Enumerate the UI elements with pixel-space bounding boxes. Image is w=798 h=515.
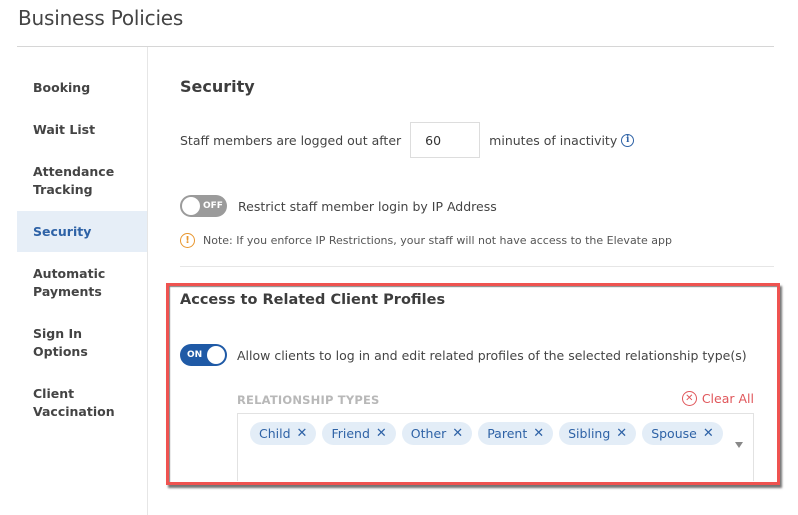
relationship-types-select[interactable]: Child ✕ Friend ✕ Other ✕ Parent ✕ Sibling ✕ S… <box>237 413 754 481</box>
main-content: Security Staff members are logged out af… <box>149 47 789 515</box>
section-divider <box>180 266 774 267</box>
sidebar-item-attendance-tracking[interactable]: Attendance Tracking <box>17 163 127 199</box>
chip-label: Parent <box>487 426 528 441</box>
selected-chips: Child ✕ Friend ✕ Other ✕ Parent ✕ Sibling ✕ S… <box>250 422 730 445</box>
warning-circle-icon: ! <box>180 233 195 248</box>
ip-restriction-row: OFF Restrict staff member login by IP Ad… <box>180 195 497 217</box>
remove-icon[interactable]: ✕ <box>616 426 627 441</box>
sidebar-item-security[interactable]: Security <box>17 211 147 252</box>
sidebar-item-booking[interactable]: Booking <box>17 79 147 97</box>
chip-friend[interactable]: Friend ✕ <box>322 422 396 445</box>
chip-label: Sibling <box>568 426 611 441</box>
remove-icon[interactable]: ✕ <box>703 426 714 441</box>
chip-spouse[interactable]: Spouse ✕ <box>642 422 723 445</box>
sidebar-item-client-vaccination[interactable]: Client Vaccination <box>17 385 127 421</box>
relationship-types-label: RELATIONSHIP TYPES <box>237 393 380 407</box>
section-title-security: Security <box>180 77 255 96</box>
section-title-related-profiles: Access to Related Client Profiles <box>180 292 446 308</box>
chip-label: Other <box>410 426 447 441</box>
chip-label: Child <box>259 426 291 441</box>
chip-parent[interactable]: Parent ✕ <box>478 422 554 445</box>
remove-icon[interactable]: ✕ <box>376 426 387 441</box>
remove-icon[interactable]: ✕ <box>297 426 308 441</box>
dropdown-caret-icon[interactable] <box>735 442 743 448</box>
ip-restriction-toggle[interactable]: OFF <box>180 195 227 217</box>
chip-label: Spouse <box>651 426 697 441</box>
ip-restriction-label: Restrict staff member login by IP Addres… <box>238 198 497 214</box>
sidebar-item-wait-list[interactable]: Wait List <box>17 121 147 139</box>
logout-minutes-input[interactable] <box>410 122 481 158</box>
logout-prefix-label: Staff members are logged out after <box>180 132 402 148</box>
related-profiles-row: ON Allow clients to log in and edit rela… <box>180 344 747 366</box>
remove-icon[interactable]: ✕ <box>533 426 544 441</box>
clear-all-label: Clear All <box>701 391 754 406</box>
related-profiles-label: Allow clients to log in and edit related… <box>237 347 747 363</box>
ip-note: ! Note: If you enforce IP Restrictions, … <box>180 233 672 248</box>
related-profiles-toggle[interactable]: ON <box>180 344 227 366</box>
chip-child[interactable]: Child ✕ <box>250 422 317 445</box>
toggle-knob <box>182 197 200 215</box>
remove-icon[interactable]: ✕ <box>452 426 463 441</box>
page-title: Business Policies <box>18 6 184 30</box>
sidebar-item-sign-in-options[interactable]: Sign In Options <box>17 325 97 361</box>
logout-suffix-label: minutes of inactivity <box>489 132 618 148</box>
clear-all-button[interactable]: ✕ Clear All <box>681 391 754 406</box>
toggle-state-label: OFF <box>203 201 223 211</box>
chip-sibling[interactable]: Sibling ✕ <box>559 422 637 445</box>
ip-note-text: Note: If you enforce IP Restrictions, yo… <box>203 234 672 247</box>
toggle-knob <box>207 346 225 364</box>
chip-other[interactable]: Other ✕ <box>401 422 473 445</box>
chip-label: Friend <box>331 426 370 441</box>
sidebar-item-automatic-payments[interactable]: Automatic Payments <box>17 265 117 301</box>
clear-circle-icon: ✕ <box>681 391 697 406</box>
logout-timeout-row: Staff members are logged out after minut… <box>180 122 635 158</box>
info-circle-icon[interactable]: i <box>621 133 635 147</box>
toggle-state-label: ON <box>187 350 203 360</box>
sidebar-nav: Booking Wait List Attendance Tracking Se… <box>17 47 148 515</box>
